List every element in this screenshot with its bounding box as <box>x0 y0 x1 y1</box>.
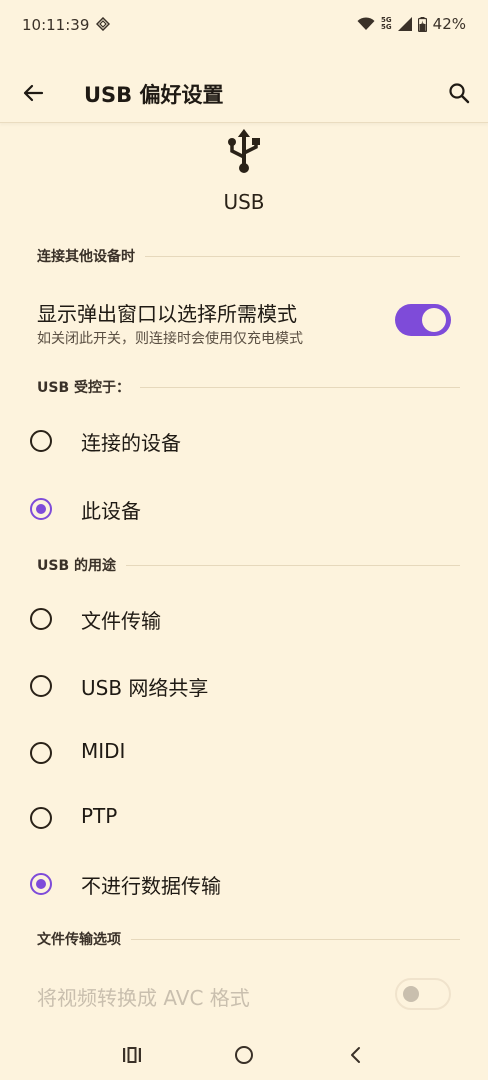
section-divider <box>131 938 460 940</box>
battery-icon <box>417 16 427 32</box>
status-right: 5G 5G 42% <box>357 15 466 33</box>
radio-label: 文件传输 <box>81 609 161 633</box>
toggle-subtitle: 如关闭此开关，则连接时会使用仅充电模式 <box>37 331 303 347</box>
battery-level: 42% <box>432 15 466 33</box>
search-button[interactable] <box>442 76 476 110</box>
home-button[interactable] <box>227 1038 261 1072</box>
chevron-left-icon <box>351 1047 360 1063</box>
recents-icon <box>123 1047 141 1063</box>
section-header-controlled-by: USB 受控于： <box>37 377 460 397</box>
network-type: 5G 5G <box>381 17 392 31</box>
switch-knob <box>422 308 446 332</box>
radio-option-file-transfer[interactable]: 文件传输 <box>0 593 488 645</box>
radio-label: MIDI <box>81 739 126 763</box>
back-button[interactable] <box>16 76 50 110</box>
avc-convert-title: 将视频转换成 AVC 格式 <box>37 986 250 1010</box>
toggle-row-popup-mode[interactable]: 显示弹出窗口以选择所需模式 如关闭此开关，则连接时会使用仅充电模式 <box>0 298 488 358</box>
radio-option-usb-tethering[interactable]: USB 网络共享 <box>0 660 488 712</box>
radio-button-selected[interactable] <box>30 873 52 895</box>
section-title: 连接其他设备时 <box>37 249 135 265</box>
section-header-usb-use: USB 的用途 <box>37 555 460 575</box>
status-bar: 10:11:39 5G 5G 42% <box>0 0 488 50</box>
radio-button-selected[interactable] <box>30 498 52 520</box>
radio-option-no-data-transfer[interactable]: 不进行数据传输 <box>0 858 488 910</box>
recents-button[interactable] <box>115 1038 149 1072</box>
usb-label: USB <box>223 190 265 214</box>
radio-button[interactable] <box>30 608 52 630</box>
radio-button[interactable] <box>30 430 52 452</box>
section-divider <box>145 255 460 257</box>
radio-option-connected-device[interactable]: 连接的设备 <box>0 415 488 467</box>
radio-button[interactable] <box>30 742 52 764</box>
wifi-icon <box>357 17 375 30</box>
data-saver-icon <box>96 17 110 31</box>
section-title: USB 的用途 <box>37 558 116 574</box>
radio-button[interactable] <box>30 807 52 829</box>
section-title: 文件传输选项 <box>37 932 121 948</box>
nav-back-button[interactable] <box>338 1038 372 1072</box>
radio-option-midi[interactable]: MIDI <box>0 727 488 779</box>
radio-button[interactable] <box>30 675 52 697</box>
toggle-title: 显示弹出窗口以选择所需模式 <box>37 302 297 326</box>
usb-icon <box>228 129 260 173</box>
section-divider <box>126 564 460 566</box>
arrow-left-icon <box>23 84 44 102</box>
status-time: 10:11:39 <box>22 16 90 34</box>
search-icon <box>449 83 470 104</box>
radio-label: 连接的设备 <box>81 431 181 455</box>
app-bar: USB 偏好设置 <box>0 64 488 123</box>
section-header-file-transfer-options: 文件传输选项 <box>37 929 460 949</box>
navigation-bar <box>0 1030 488 1080</box>
radio-label: 不进行数据传输 <box>81 874 221 898</box>
section-header-connect-other: 连接其他设备时 <box>37 246 460 266</box>
radio-label: USB 网络共享 <box>81 676 209 700</box>
home-circle-icon <box>235 1046 253 1064</box>
avc-convert-switch[interactable] <box>395 978 451 1010</box>
radio-option-this-device[interactable]: 此设备 <box>0 483 488 535</box>
switch-knob <box>403 986 419 1002</box>
radio-option-ptp[interactable]: PTP <box>0 792 488 844</box>
radio-label: 此设备 <box>81 499 141 523</box>
signal-icon <box>397 17 412 31</box>
section-divider <box>140 386 460 388</box>
radio-label: PTP <box>81 804 118 828</box>
page-title: USB 偏好设置 <box>84 83 224 107</box>
section-title: USB 受控于： <box>37 380 130 396</box>
network-type-bottom: 5G <box>381 23 392 31</box>
popup-mode-switch[interactable] <box>395 304 451 336</box>
